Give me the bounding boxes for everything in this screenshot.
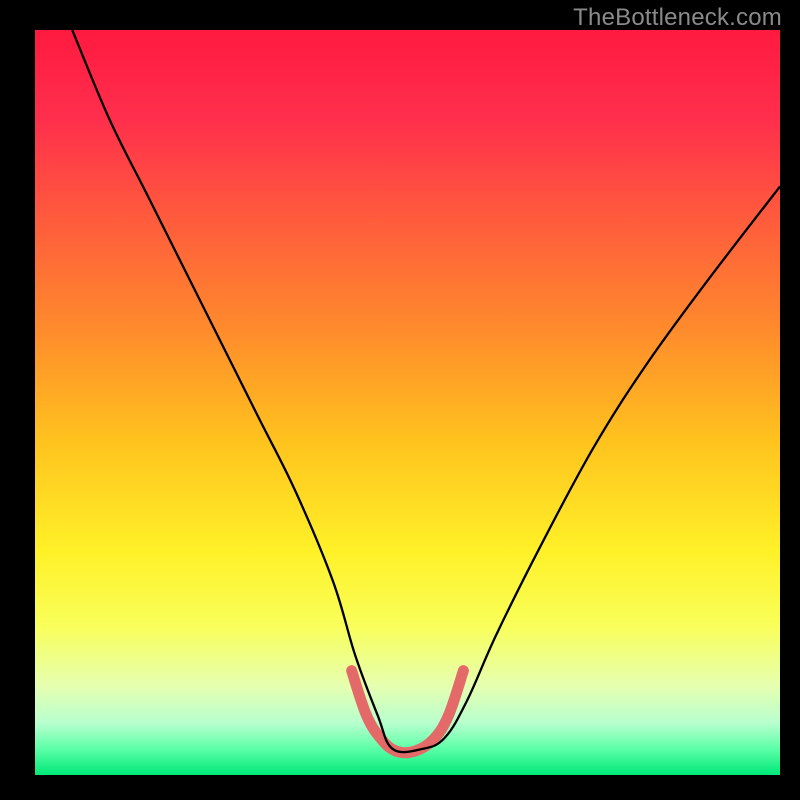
plot-area [35, 30, 780, 775]
watermark-text: TheBottleneck.com [573, 4, 782, 32]
bottleneck-curve [72, 30, 780, 752]
valley-highlight [352, 671, 464, 753]
curve-layer [35, 30, 780, 775]
chart-frame: TheBottleneck.com [0, 0, 800, 800]
